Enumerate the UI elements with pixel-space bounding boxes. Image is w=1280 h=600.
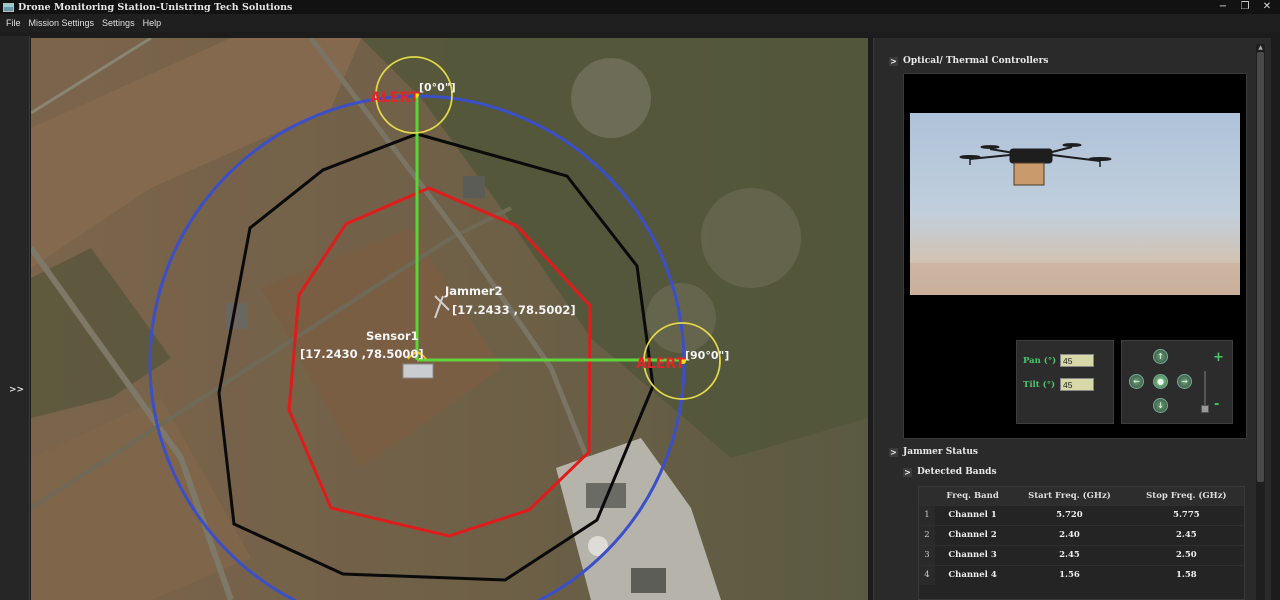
detected-bands-table-container: Freq. Band Start Freq. (GHz) Stop Freq. … — [918, 486, 1245, 600]
building — [463, 176, 485, 198]
scrollbar-thumb[interactable] — [1257, 52, 1264, 482]
building — [631, 568, 666, 593]
detected-bands-title: Detected Bands — [917, 467, 997, 477]
pan-label: Pan (°) — [1023, 356, 1057, 366]
scroll-up-icon[interactable]: ▲ — [1256, 44, 1265, 51]
close-button[interactable]: ✕ — [1260, 1, 1274, 13]
left-collapse-strip: >> — [0, 36, 30, 600]
menu-bar: File Mission Settings Settings Help — [0, 14, 1280, 32]
optical-section-header[interactable]: > Optical/ Thermal Controllers — [889, 56, 1048, 66]
table-row[interactable]: 3 Channel 3 2.45 2.50 — [919, 545, 1244, 565]
window-title: Drone Monitoring Station-Unistring Tech … — [18, 1, 293, 13]
optical-section-title: Optical/ Thermal Controllers — [903, 56, 1049, 66]
jammer-name-label: Jammer2 — [444, 284, 502, 298]
table-header-row: Freq. Band Start Freq. (GHz) Stop Freq. … — [919, 487, 1244, 505]
row-index: 2 — [919, 525, 935, 545]
sensor-coords-label: [17.2430 ,78.5000] — [300, 347, 424, 361]
building — [226, 303, 248, 329]
detected-bands-table: Freq. Band Start Freq. (GHz) Stop Freq. … — [919, 487, 1244, 585]
drone-image — [910, 143, 1240, 295]
cell-stop-freq: 5.775 — [1173, 510, 1200, 520]
cell-start-freq: 2.45 — [1059, 550, 1080, 560]
table-row[interactable]: 2 Channel 2 2.40 2.45 — [919, 525, 1244, 545]
cell-start-freq: 2.40 — [1059, 530, 1080, 540]
tilt-input[interactable] — [1060, 378, 1094, 391]
pan-input[interactable] — [1060, 354, 1094, 367]
camera-video-feed[interactable] — [910, 113, 1240, 295]
sensor-name-label: Sensor1 — [366, 329, 419, 343]
row-index: 1 — [919, 505, 935, 525]
table-corner — [919, 487, 935, 505]
rock-patch — [701, 188, 801, 288]
menu-help[interactable]: Help — [143, 18, 162, 28]
chevron-right-icon[interactable]: > — [889, 56, 898, 66]
arrow-down-icon[interactable]: ↓ — [1153, 398, 1168, 413]
arrow-left-icon[interactable]: ← — [1129, 374, 1144, 389]
chevron-right-icon[interactable]: > — [903, 467, 912, 477]
cell-start-freq: 5.720 — [1056, 510, 1083, 520]
table-row[interactable]: 4 Channel 4 1.56 1.58 — [919, 565, 1244, 585]
app-icon — [3, 2, 14, 12]
menu-mission-settings[interactable]: Mission Settings — [29, 18, 95, 28]
tilt-label: Tilt (°) — [1023, 380, 1055, 390]
zoom-slider-thumb[interactable] — [1201, 405, 1209, 413]
column-header-stop[interactable]: Stop Freq. (GHz) — [1128, 487, 1244, 505]
right-panel-scrollbar[interactable]: ▲ — [1256, 44, 1265, 600]
row-index: 4 — [919, 565, 935, 585]
restore-button[interactable]: ❐ — [1238, 1, 1252, 13]
cell-band: Channel 4 — [948, 570, 997, 581]
cell-stop-freq: 2.50 — [1176, 550, 1197, 560]
table-row[interactable]: 1 Channel 1 5.720 5.775 — [919, 505, 1244, 525]
map-view[interactable]: ALERT [0°0"] ALERT [90°0"] Jammer2 [17.2… — [31, 38, 868, 600]
arrow-right-icon[interactable]: → — [1177, 374, 1192, 389]
detected-bands-header[interactable]: > Detected Bands — [903, 467, 997, 477]
menu-file[interactable]: File — [6, 18, 21, 28]
rock-patch — [571, 58, 651, 138]
title-bar: Drone Monitoring Station-Unistring Tech … — [0, 0, 1280, 14]
cell-band: Channel 1 — [948, 510, 997, 520]
jammer-status-title: Jammer Status — [903, 447, 978, 457]
alert-label-east: ALERT — [636, 356, 685, 372]
sensor-device-icon[interactable] — [402, 363, 434, 379]
cell-start-freq: 1.56 — [1059, 570, 1080, 581]
menu-settings[interactable]: Settings — [102, 18, 135, 28]
expand-panel-button[interactable]: >> — [9, 385, 24, 395]
arrow-up-icon[interactable]: ↑ — [1153, 349, 1168, 364]
column-header-band[interactable]: Freq. Band — [935, 487, 1011, 505]
row-index: 3 — [919, 545, 935, 565]
marker-label-east: [90°0"] — [685, 349, 729, 362]
marker-label-north: [0°0"] — [419, 81, 456, 94]
cell-band: Channel 2 — [948, 530, 997, 540]
alert-label-north: ALERT — [370, 90, 419, 106]
zoom-out-button[interactable]: - — [1214, 397, 1219, 412]
jammer-coords-label: [17.2433 ,78.5002] — [452, 303, 576, 317]
cell-stop-freq: 2.45 — [1176, 530, 1197, 540]
column-header-start[interactable]: Start Freq. (GHz) — [1010, 487, 1129, 505]
cell-band: Channel 3 — [948, 550, 997, 560]
minimize-button[interactable]: − — [1216, 1, 1230, 13]
zoom-in-button[interactable]: + — [1213, 350, 1224, 365]
center-home-icon[interactable]: ● — [1153, 374, 1168, 389]
window-controls: − ❐ ✕ — [1216, 0, 1274, 14]
jammer-status-header[interactable]: > Jammer Status — [889, 447, 978, 457]
map-canvas[interactable]: ALERT [0°0"] ALERT [90°0"] Jammer2 [17.2… — [31, 38, 868, 600]
drone-icon — [959, 143, 1112, 186]
chevron-right-icon[interactable]: > — [889, 447, 898, 457]
cell-stop-freq: 1.58 — [1176, 570, 1197, 581]
horizon-haze — [910, 263, 1240, 295]
